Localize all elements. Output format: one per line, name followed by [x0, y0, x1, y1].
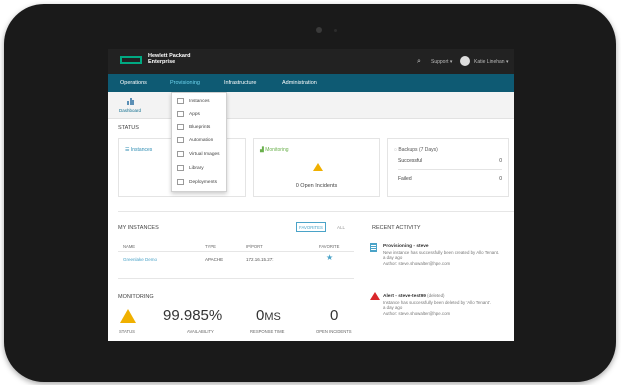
all-button[interactable]: ALL: [337, 225, 345, 230]
availability-label: AVAILABILITY: [187, 329, 214, 334]
instance-ip: 172.16.15.27:: [246, 257, 274, 262]
subnav-dashboard[interactable]: Dashboard: [119, 108, 141, 113]
hpe-logo-icon[interactable]: [120, 56, 142, 64]
recent-activity-heading: RECENT ACTIVITY: [372, 225, 421, 231]
blueprints-icon: [177, 124, 184, 130]
section-divider: [118, 211, 514, 212]
monitoring-panel[interactable]: ▟ Monitoring 0 Open Incidents: [253, 138, 380, 197]
menu-item-deployments[interactable]: Deployments: [172, 176, 226, 189]
backups-successful-row: Successful 0: [398, 158, 502, 170]
dashboard-icon[interactable]: [127, 97, 134, 105]
instance-type: APACHE: [205, 257, 224, 262]
nav-operations[interactable]: Operations: [120, 80, 147, 86]
camera-lens: [316, 27, 322, 33]
favorites-button[interactable]: FAVORITES: [296, 222, 326, 232]
availability-value: 99.985%: [163, 307, 223, 324]
open-incidents-label: OPEN INCIDENTS: [316, 329, 352, 334]
open-incidents-text: 0 Open Incidents: [295, 183, 338, 189]
backups-panel[interactable]: ◌ Backups (7 Days) Successful 0 Failed 0: [387, 138, 509, 197]
deployments-icon: [177, 179, 184, 185]
camera-sensor: [334, 29, 337, 32]
instances-icon: [177, 98, 184, 104]
column-header-favorite[interactable]: FAVORITE: [319, 244, 339, 249]
virtual-images-icon: [177, 151, 184, 157]
nav-administration[interactable]: Administration: [282, 80, 317, 86]
backups-failed-row: Failed 0: [398, 176, 502, 182]
monitoring-heading: MONITORING: [118, 294, 154, 300]
nav-provisioning[interactable]: Provisioning: [170, 80, 200, 86]
menu-item-instances[interactable]: Instances: [172, 95, 226, 108]
instance-name-link[interactable]: Greenlake Demo: [123, 257, 157, 262]
open-incidents-value: 0: [330, 307, 339, 324]
monitoring-panel-title: ▟ Monitoring: [260, 147, 289, 153]
activity-item[interactable]: Provisioning - steve New instance has su…: [383, 243, 513, 266]
menu-item-automation[interactable]: Automation: [172, 134, 226, 147]
provisioning-dropdown-menu: Instances Apps Blueprints Automation Vir…: [171, 92, 227, 192]
star-icon[interactable]: ★: [326, 253, 333, 262]
app-screen: Hewlett Packard Enterprise ⌕ Support ▾ K…: [108, 49, 514, 341]
menu-item-blueprints[interactable]: Blueprints: [172, 121, 226, 134]
avatar[interactable]: [460, 56, 470, 66]
my-instances-heading: MY INSTANCES: [118, 225, 159, 231]
column-header-ip[interactable]: IP/PORT: [246, 244, 263, 249]
brand-name: Hewlett Packard Enterprise: [148, 53, 191, 65]
column-header-name[interactable]: NAME: [123, 244, 135, 249]
menu-item-virtual-images[interactable]: Virtual Images: [172, 148, 226, 161]
column-header-type[interactable]: TYPE: [205, 244, 216, 249]
brand-line-2: Enterprise: [148, 59, 176, 65]
nav-infrastructure[interactable]: Infrastructure: [224, 80, 256, 86]
response-time-label: RESPONSE TIME: [250, 329, 285, 334]
automation-icon: [177, 137, 184, 143]
status-label: STATUS: [119, 329, 135, 334]
support-menu[interactable]: Support ▾: [431, 59, 452, 65]
top-bar: Hewlett Packard Enterprise ⌕ Support ▾ K…: [108, 49, 514, 74]
response-time-value: 0MS: [256, 307, 281, 324]
activity-item[interactable]: Alert - steve-test99 (deleted) Instance …: [383, 293, 513, 316]
warning-icon: [313, 163, 323, 171]
user-menu[interactable]: Katie Linehan ▾: [474, 59, 508, 65]
status-heading: STATUS: [118, 125, 139, 131]
table-divider: [118, 251, 354, 252]
instances-panel-title: ☰ Instances: [125, 147, 153, 153]
sub-nav: Dashboard: [108, 92, 514, 119]
warning-icon: [120, 309, 136, 323]
menu-item-apps[interactable]: Apps: [172, 108, 226, 121]
main-nav: Operations Provisioning Infrastructure A…: [108, 74, 514, 92]
table-divider: [118, 278, 354, 279]
search-icon[interactable]: ⌕: [417, 58, 421, 66]
alert-icon: [370, 292, 380, 300]
menu-item-library[interactable]: Library: [172, 162, 226, 175]
library-icon: [177, 165, 184, 171]
provisioning-icon: [370, 243, 377, 252]
apps-icon: [177, 111, 184, 117]
backups-panel-title: ◌ Backups (7 Days): [394, 147, 438, 153]
